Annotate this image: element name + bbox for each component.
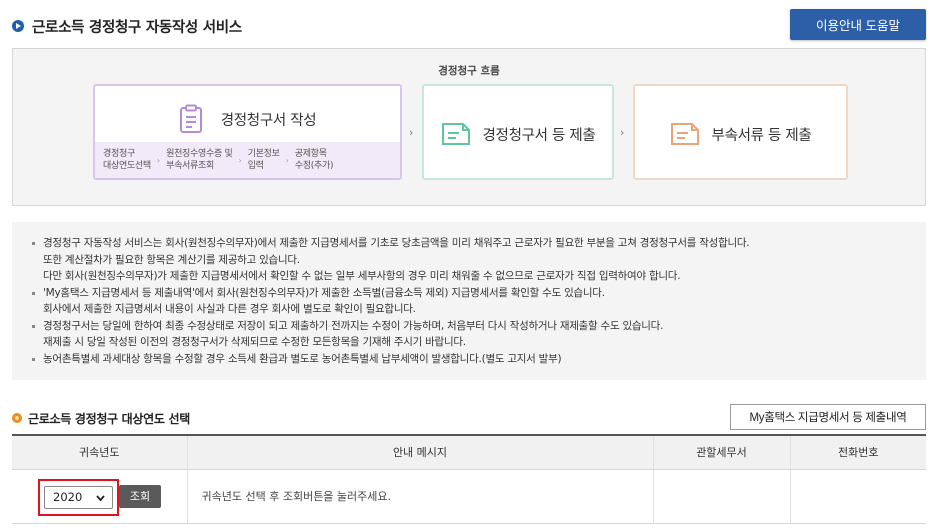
- column-header-phone: 전화번호: [790, 434, 926, 470]
- tax-office-cell: [653, 469, 791, 524]
- substep-arrow-icon: ›: [238, 155, 242, 165]
- substep-arrow-icon: ›: [285, 155, 289, 165]
- substep-receipt-lookup: 원천징수영수증 및 부속서류조회: [166, 149, 233, 171]
- notice-item: 경정청구 자동작성 서비스는 회사(원천징수의무자)에서 제출한 지급명세서를 …: [32, 235, 916, 285]
- substep-year-select: 경정청구 대상연도선택: [103, 149, 151, 171]
- substep-basic-info: 기본정보 입력: [247, 149, 280, 171]
- column-header-message: 안내 메시지: [187, 434, 654, 470]
- message-cell: 귀속년도 선택 후 조회버튼을 눌러주세요.: [187, 469, 654, 524]
- document-icon: [670, 123, 699, 145]
- flow-substeps: 경정청구 대상연도선택 › 원천징수영수증 및 부속서류조회 › 기본정보 입력 › …: [95, 142, 400, 178]
- bullet-icon: [32, 291, 35, 295]
- search-button[interactable]: 조회: [119, 484, 161, 508]
- document-icon: [441, 123, 470, 145]
- table-row: 2020 조회 귀속년도 선택 후 조회버튼을 눌러주세요.: [12, 469, 926, 524]
- help-guide-button[interactable]: 이용안내 도움말: [790, 9, 926, 40]
- column-header-year: 귀속년도: [12, 434, 188, 470]
- flow-step-label: 부속서류 등 제출: [711, 127, 812, 144]
- bullet-icon: [32, 357, 35, 361]
- flow-step-label: 경정청구서 작성: [220, 112, 317, 129]
- year-select-value: 2020: [53, 490, 83, 504]
- section-title: 근로소득 경정청구 대상연도 선택: [28, 411, 190, 426]
- flow-step-submit: 경정청구서 등 제출: [422, 84, 614, 180]
- column-header-tax-office: 관할세무서: [653, 434, 791, 470]
- year-select-section-header: 근로소득 경정청구 대상연도 선택 My홈택스 지급명세서 등 제출내역: [12, 404, 926, 432]
- substep-deduction-edit: 공제항목 수정(추가): [294, 149, 334, 171]
- notice-item: 'My홈택스 지급명세서 등 제출내역'에서 회사(원천징수의무자)가 제출한 …: [32, 285, 916, 318]
- claim-flow-panel: 경정청구 흐름 경정청구서 작성 경정청구 대상연도선택 › 원천징수영수증 및부…: [12, 48, 926, 206]
- year-select-dropdown[interactable]: 2020: [44, 485, 113, 509]
- notice-item: 농어촌특별세 과세대상 항목을 수정할 경우 소득세 환급과 별도로 농어촌특별…: [32, 351, 916, 368]
- notice-item: 경정청구서는 당일에 한하여 최종 수정상태로 저장이 되고 제출하기 전까지는…: [32, 318, 916, 351]
- my-hometax-history-button[interactable]: My홈택스 지급명세서 등 제출내역: [730, 404, 926, 430]
- flow-arrow-icon: ›: [409, 126, 414, 139]
- page-header: 근로소득 경정청구 자동작성 서비스: [12, 10, 926, 42]
- phone-cell: [790, 469, 926, 524]
- year-select-table: 귀속년도 안내 메시지 관할세무서 전화번호 2020 조회 귀속년도 선택 후…: [12, 434, 926, 524]
- flow-title: 경정청구 흐름: [438, 65, 500, 77]
- table-header-row: 귀속년도 안내 메시지 관할세무서 전화번호: [12, 434, 926, 470]
- bullet-icon: [32, 324, 35, 328]
- flow-arrow-icon: ›: [620, 126, 625, 139]
- clipboard-icon: [179, 104, 202, 133]
- title-bullet-icon: [12, 20, 24, 32]
- section-bullet-icon: [12, 413, 22, 423]
- chevron-down-icon: [96, 492, 105, 507]
- bullet-icon: [32, 242, 35, 245]
- flow-step-label: 경정청구서 등 제출: [482, 127, 596, 144]
- substep-arrow-icon: ›: [156, 155, 161, 165]
- page-title: 근로소득 경정청구 자동작성 서비스: [32, 19, 242, 36]
- flow-step-write: 경정청구서 작성 경정청구 대상연도선택 › 원천징수영수증 및 부속서류조회 › …: [93, 84, 402, 180]
- notice-panel: 경정청구 자동작성 서비스는 회사(원천징수의무자)에서 제출한 지급명세서를 …: [12, 222, 926, 380]
- year-cell: 2020 조회: [12, 469, 188, 524]
- flow-step-attachments: 부속서류 등 제출: [633, 84, 848, 180]
